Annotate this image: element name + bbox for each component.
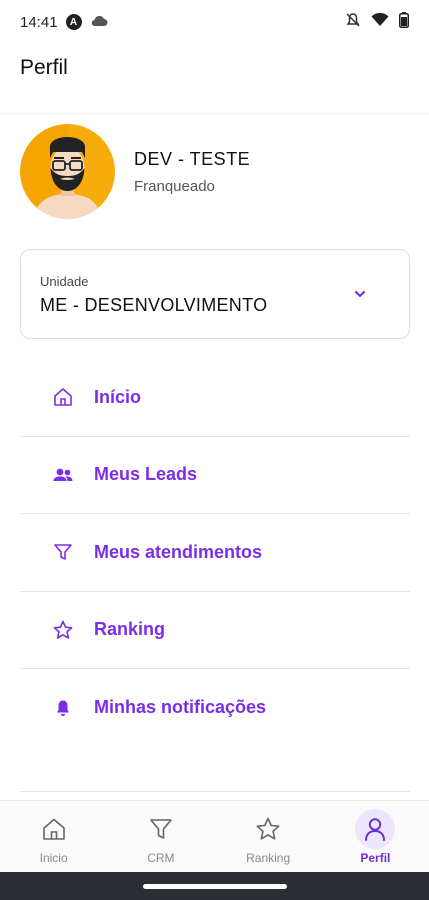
tab-label: Ranking — [246, 851, 291, 865]
menu-item-meus-atendimentos[interactable]: Meus atendimentos — [20, 514, 410, 592]
home-icon — [34, 809, 74, 849]
a-badge-icon: A — [65, 14, 82, 30]
bell-icon — [51, 696, 75, 720]
cloud-icon — [90, 14, 108, 31]
home-gesture-handle[interactable] — [142, 883, 287, 889]
appbar-divider — [0, 113, 429, 114]
star-icon — [51, 618, 75, 642]
page-title: Perfil — [20, 56, 68, 79]
tab-inicio[interactable]: Inicio — [0, 801, 107, 872]
avatar[interactable] — [20, 124, 115, 219]
menu-item-minhas-notificacoes[interactable]: Minhas notificações — [20, 669, 410, 747]
chevron-down-icon[interactable] — [353, 286, 367, 304]
star-icon — [248, 809, 288, 849]
profile-text: DEV - TESTE Franqueado — [134, 149, 250, 195]
status-left: 14:41 A — [20, 14, 108, 31]
tab-ranking[interactable]: Ranking — [215, 801, 322, 872]
tab-crm[interactable]: CRM — [107, 801, 214, 872]
notifications-off-icon — [345, 12, 361, 32]
filter-icon — [51, 540, 75, 564]
profile-name: DEV - TESTE — [134, 148, 251, 169]
people-icon — [51, 463, 75, 487]
status-right — [345, 12, 409, 32]
filter-icon — [141, 809, 181, 849]
tab-perfil[interactable]: Perfil — [322, 801, 429, 872]
system-gesture-bar — [0, 872, 429, 900]
tab-label: CRM — [147, 851, 175, 865]
menu-item-label: Início — [94, 386, 142, 407]
profile-role: Franqueado — [134, 177, 215, 195]
status-bar: 14:41 A — [0, 0, 429, 44]
battery-icon — [399, 12, 409, 32]
menu-item-label: Meus atendimentos — [94, 541, 263, 562]
menu-item-label: Minhas notificações — [94, 697, 267, 718]
menu-bottom-divider — [20, 791, 410, 792]
profile-header: DEV - TESTE Franqueado — [20, 124, 250, 219]
profile-menu: Início Meus Leads Meus atendimentos Rank… — [20, 359, 410, 747]
menu-item-ranking[interactable]: Ranking — [20, 592, 410, 669]
tab-label: Perfil — [360, 851, 391, 865]
status-time: 14:41 — [20, 13, 58, 31]
bearded-man-avatar-icon — [20, 124, 115, 219]
menu-item-label: Ranking — [94, 619, 166, 640]
user-icon — [355, 809, 396, 849]
menu-item-inicio[interactable]: Início — [20, 359, 410, 437]
wifi-icon — [371, 12, 389, 31]
unit-select[interactable]: Unidade ME - DESENVOLVIMENTO — [20, 249, 410, 339]
menu-item-label: Meus Leads — [94, 464, 198, 485]
home-icon — [51, 385, 75, 409]
menu-item-meus-leads[interactable]: Meus Leads — [20, 437, 410, 514]
bottom-nav: Inicio CRM Ranking Perfil — [0, 800, 429, 872]
tab-label: Inicio — [39, 851, 68, 865]
